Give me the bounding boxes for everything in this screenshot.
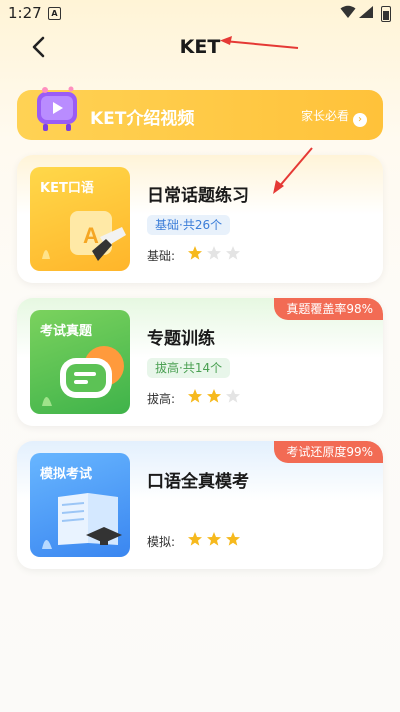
star-icon	[226, 246, 240, 260]
level-label: 拔高:	[147, 392, 176, 406]
svg-text:A: A	[83, 223, 99, 248]
wifi-icon	[340, 5, 356, 18]
card-daily-topics[interactable]: A KET口语 日常话题练习 基础·共26个 基础:	[17, 155, 383, 283]
banner-link[interactable]: 家长必看 ›	[301, 107, 367, 127]
star-rating	[187, 245, 244, 261]
star-icon	[226, 532, 240, 546]
star-icon	[188, 532, 202, 546]
banner-title: KET介绍视频	[90, 109, 195, 129]
thumb-label: 模拟考试	[40, 467, 93, 482]
star-icon	[207, 389, 221, 403]
thumb-label: 考试真题	[40, 324, 93, 339]
card-title: 口语全真模考	[147, 472, 249, 492]
fidelity-badge: 考试还原度99%	[274, 441, 383, 463]
card-title: 专题训练	[147, 329, 215, 349]
card-mock-exam[interactable]: 考试还原度99% 模拟考试 口语全真模考 模拟:	[17, 441, 383, 569]
thumb-ket-speaking: A KET口语	[30, 167, 130, 271]
banner-link-label: 家长必看	[300, 109, 349, 123]
annotation-arrow-icon	[273, 147, 313, 194]
card-tag: 基础·共26个	[147, 215, 231, 235]
star-rating	[187, 388, 244, 404]
signal-icon	[359, 6, 373, 18]
thumb-mock-exam: 模拟考试	[30, 453, 130, 557]
chevron-right-icon: ›	[353, 113, 367, 127]
card-topic-training[interactable]: 真题覆盖率98% 考试真题 专题训练 拔高·共14个 拔高:	[17, 298, 383, 426]
star-icon	[188, 246, 202, 260]
intro-video-banner[interactable]: KET介绍视频 家长必看 ›	[17, 86, 383, 140]
star-icon	[226, 389, 240, 403]
level-label: 模拟:	[147, 535, 176, 549]
status-time: 1:27	[8, 4, 42, 22]
card-tag: 拔高·共14个	[147, 358, 231, 378]
status-bar: 1:27 A	[0, 0, 400, 26]
navigation-bar: KET	[0, 26, 400, 68]
battery-icon	[381, 6, 391, 22]
star-icon	[207, 532, 221, 546]
thumb-label: KET口语	[40, 181, 94, 196]
star-icon	[207, 246, 221, 260]
card-title: 日常话题练习	[147, 186, 249, 206]
sim-icon: A	[48, 7, 61, 20]
video-icon	[37, 86, 77, 131]
coverage-badge: 真题覆盖率98%	[274, 298, 383, 320]
annotation-arrow-icon	[220, 36, 299, 49]
star-icon	[188, 389, 202, 403]
thumb-exam-questions: 考试真题	[30, 310, 130, 414]
page-title: KET	[179, 36, 221, 58]
level-label: 基础:	[147, 249, 176, 263]
star-rating	[187, 531, 244, 547]
